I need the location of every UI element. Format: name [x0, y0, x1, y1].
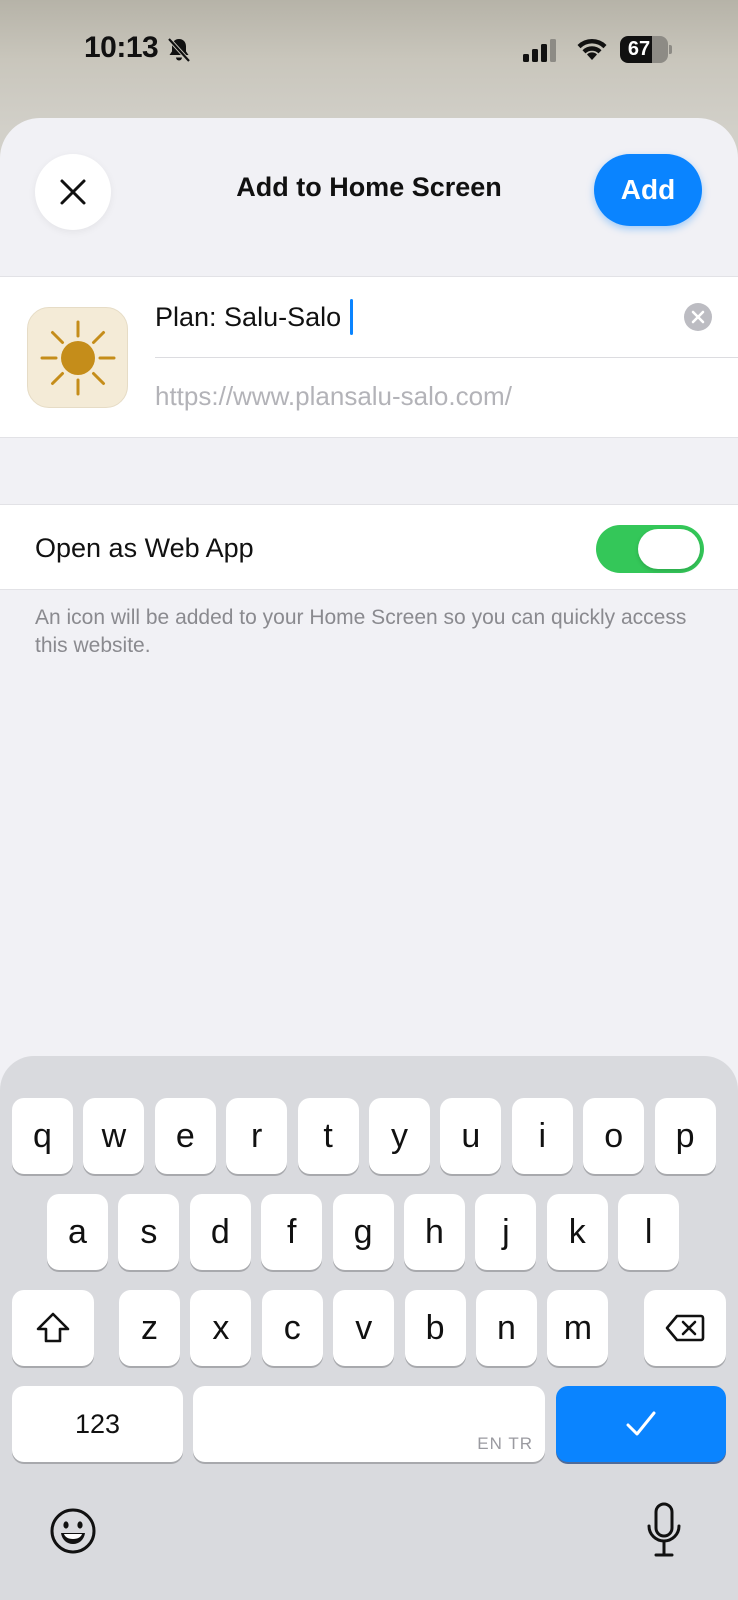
key-d[interactable]: d [189, 1194, 251, 1270]
keyboard: qwertyuiop asdfghjkl zxcvbnm 123 EN TR [0, 1056, 738, 1600]
key-h[interactable]: h [404, 1194, 465, 1270]
key-w[interactable]: w [83, 1098, 145, 1174]
key-q[interactable]: q [12, 1098, 73, 1174]
shift-key[interactable] [12, 1290, 94, 1366]
card-divider [155, 357, 738, 358]
key-j[interactable]: j [475, 1194, 537, 1270]
clear-text-button[interactable] [684, 303, 712, 331]
key-l[interactable]: l [618, 1194, 680, 1270]
space-language-label: EN TR [477, 1434, 533, 1453]
bookmark-url: https://www.plansalu-salo.com/ [155, 381, 512, 411]
delete-icon [665, 1314, 705, 1342]
key-g[interactable]: g [332, 1194, 394, 1270]
key-y[interactable]: y [369, 1098, 430, 1174]
toggle-knob [638, 529, 700, 569]
key-z[interactable]: z [119, 1290, 180, 1366]
done-key[interactable] [556, 1386, 726, 1462]
battery-icon: 67 [620, 36, 672, 63]
checkmark-icon [626, 1411, 656, 1436]
add-button[interactable]: Add [594, 154, 702, 226]
clear-text-icon [691, 310, 705, 324]
web-app-footnote: An icon will be added to your Home Scree… [35, 606, 687, 657]
key-b[interactable]: b [404, 1290, 466, 1366]
key-i[interactable]: i [511, 1098, 573, 1174]
text-caret [350, 299, 353, 335]
sun-icon [40, 320, 115, 395]
open-as-web-app-toggle[interactable] [596, 525, 704, 573]
key-f[interactable]: f [261, 1194, 323, 1270]
cellular-signal-icon [523, 39, 556, 62]
key-k[interactable]: k [546, 1194, 608, 1270]
bookmark-card: https://www.plansalu-salo.com/ [0, 276, 738, 438]
key-o[interactable]: o [583, 1098, 645, 1174]
key-m[interactable]: m [547, 1290, 609, 1366]
key-x[interactable]: x [190, 1290, 252, 1366]
microphone-icon[interactable] [646, 1502, 682, 1558]
key-v[interactable]: v [333, 1290, 395, 1366]
space-key[interactable]: EN TR [193, 1386, 545, 1462]
app-icon [27, 307, 128, 408]
key-e[interactable]: e [154, 1098, 216, 1174]
battery-nub [669, 45, 672, 54]
key-s[interactable]: s [118, 1194, 180, 1270]
status-time: 10:13 [84, 31, 159, 64]
emoji-icon[interactable] [48, 1506, 98, 1556]
shift-icon [36, 1312, 70, 1343]
battery-body: 67 [620, 36, 668, 63]
bookmark-name-input[interactable] [155, 295, 675, 339]
open-as-web-app-label: Open as Web App [35, 533, 254, 563]
battery-level: 67 [627, 38, 651, 60]
key-p[interactable]: p [654, 1098, 716, 1174]
key-t[interactable]: t [297, 1098, 359, 1174]
bell-slash-icon [167, 37, 191, 63]
key-u[interactable]: u [440, 1098, 502, 1174]
wifi-icon [577, 38, 607, 60]
key-c[interactable]: c [261, 1290, 323, 1366]
delete-key[interactable] [644, 1290, 726, 1366]
key-a[interactable]: a [47, 1194, 108, 1270]
open-as-web-app-row: Open as Web App [0, 504, 738, 590]
key-n[interactable]: n [476, 1290, 537, 1366]
key-r[interactable]: r [226, 1098, 288, 1174]
status-bar: 10:13 67 [0, 0, 738, 100]
numbers-key[interactable]: 123 [12, 1386, 183, 1462]
